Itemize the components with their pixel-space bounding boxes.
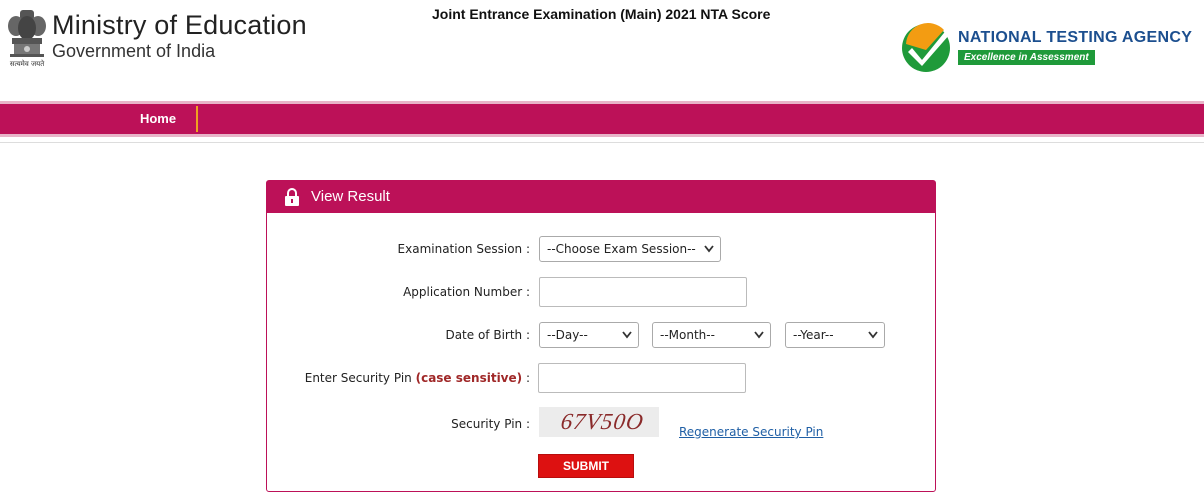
- case-sensitive-note: (case sensitive): [415, 371, 523, 385]
- security-pin-input[interactable]: [538, 363, 746, 393]
- captcha-image: 67V50O: [539, 407, 659, 437]
- chevron-down-icon: [622, 331, 632, 339]
- nav-separator: [196, 106, 198, 132]
- exam-session-value: --Choose Exam Session--: [547, 242, 696, 256]
- security-pin-label-text: Enter Security Pin: [304, 371, 412, 385]
- dob-year-select[interactable]: --Year--: [785, 322, 885, 348]
- panel-header: View Result: [267, 181, 935, 213]
- dob-day-select[interactable]: --Day--: [539, 322, 639, 348]
- panel-title: View Result: [311, 188, 390, 205]
- site-header: सत्यमेव जयते Ministry of Education Gover…: [0, 0, 1204, 102]
- exam-title: Joint Entrance Examination (Main) 2021 N…: [432, 6, 771, 22]
- security-pin-label: Enter Security Pin (case sensitive) :: [305, 371, 530, 385]
- lock-icon: [285, 188, 299, 206]
- captcha-text: 67V50O: [559, 409, 646, 434]
- dob-month-select[interactable]: --Month--: [652, 322, 771, 348]
- dob-label: Date of Birth :: [445, 328, 530, 342]
- regenerate-pin-link[interactable]: Regenerate Security Pin: [679, 425, 823, 439]
- dob-year-value: --Year--: [793, 328, 834, 342]
- content-divider: [0, 142, 1204, 143]
- emblem-motto: सत्यमेव जयते: [9, 60, 45, 68]
- nav-bar: Home: [0, 104, 1204, 134]
- nav-bottom-border: [0, 134, 1204, 137]
- dob-month-value: --Month--: [660, 328, 715, 342]
- dob-day-value: --Day--: [547, 328, 588, 342]
- agency-name: NATIONAL TESTING AGENCY: [958, 29, 1193, 46]
- ministry-title: Ministry of Education: [52, 10, 307, 40]
- chevron-down-icon: [754, 331, 764, 339]
- chevron-down-icon: [868, 331, 878, 339]
- application-label: Application Number :: [403, 285, 530, 299]
- view-result-panel: View Result Examination Session : --Choo…: [266, 180, 936, 492]
- session-label: Examination Session :: [397, 242, 530, 256]
- chevron-down-icon: [704, 245, 714, 253]
- ministry-subtitle: Government of India: [52, 41, 216, 61]
- security-pin-label-colon: :: [525, 371, 530, 385]
- exam-session-select[interactable]: --Choose Exam Session--: [539, 236, 721, 262]
- application-number-input[interactable]: [539, 277, 747, 307]
- nta-check-logo-icon: [902, 23, 950, 72]
- submit-button[interactable]: SUBMIT: [538, 454, 634, 478]
- agency-tagline: Excellence in Assessment: [958, 50, 1095, 65]
- captcha-label: Security Pin :: [451, 417, 530, 431]
- nav-home-link[interactable]: Home: [120, 104, 196, 134]
